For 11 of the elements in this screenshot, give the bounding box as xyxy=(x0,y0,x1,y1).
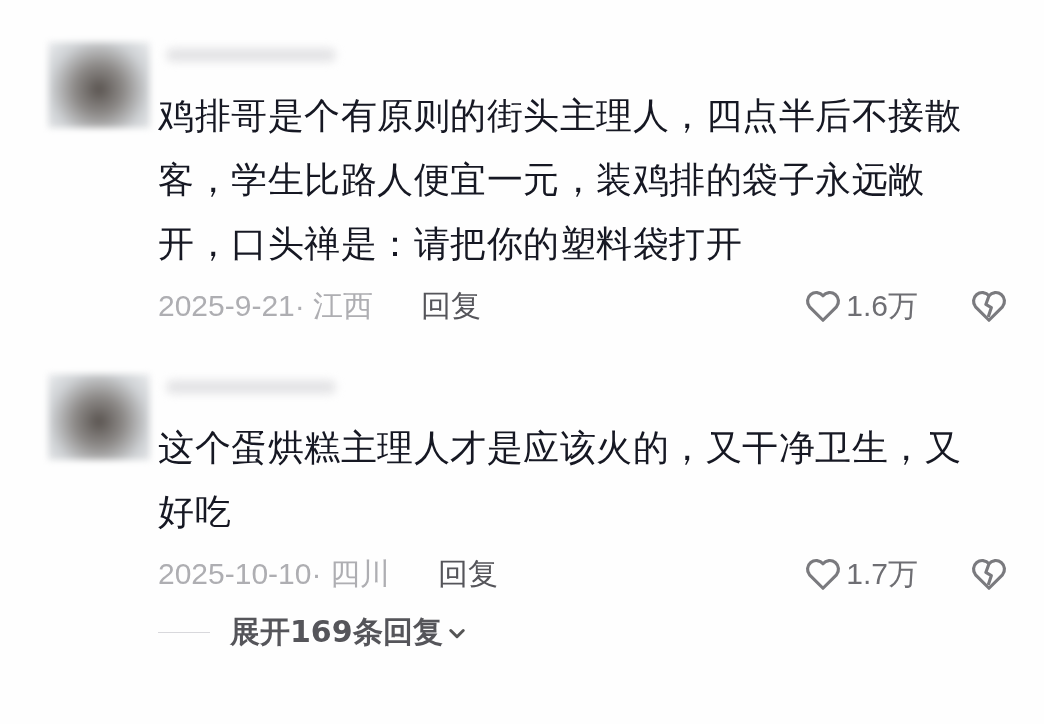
comment-date: 2025-10-10· 四川 xyxy=(158,555,390,592)
comment-date: 2025-9-21· 江西 xyxy=(158,287,374,324)
like-button[interactable]: 1.6万 xyxy=(804,285,918,327)
comment-text: 这个蛋烘糕主理人才是应该火的，又干净卫生，又好吃 xyxy=(158,426,962,534)
avatar-placeholder[interactable] xyxy=(48,374,150,460)
reply-button[interactable]: 回复 xyxy=(437,553,498,595)
avatar-placeholder[interactable] xyxy=(48,42,150,128)
reply-button[interactable]: 回复 xyxy=(421,285,482,327)
comment-text: 鸡排哥是个有原则的街头主理人，四点半后不接散客，学生比路人便宜一元，装鸡排的袋子永远敞开，口头禅是：请把你的塑料袋打开 xyxy=(158,94,962,266)
expand-replies-button[interactable]: 展开169条回复 xyxy=(230,612,467,653)
like-button[interactable]: 1.7万 xyxy=(804,553,918,595)
